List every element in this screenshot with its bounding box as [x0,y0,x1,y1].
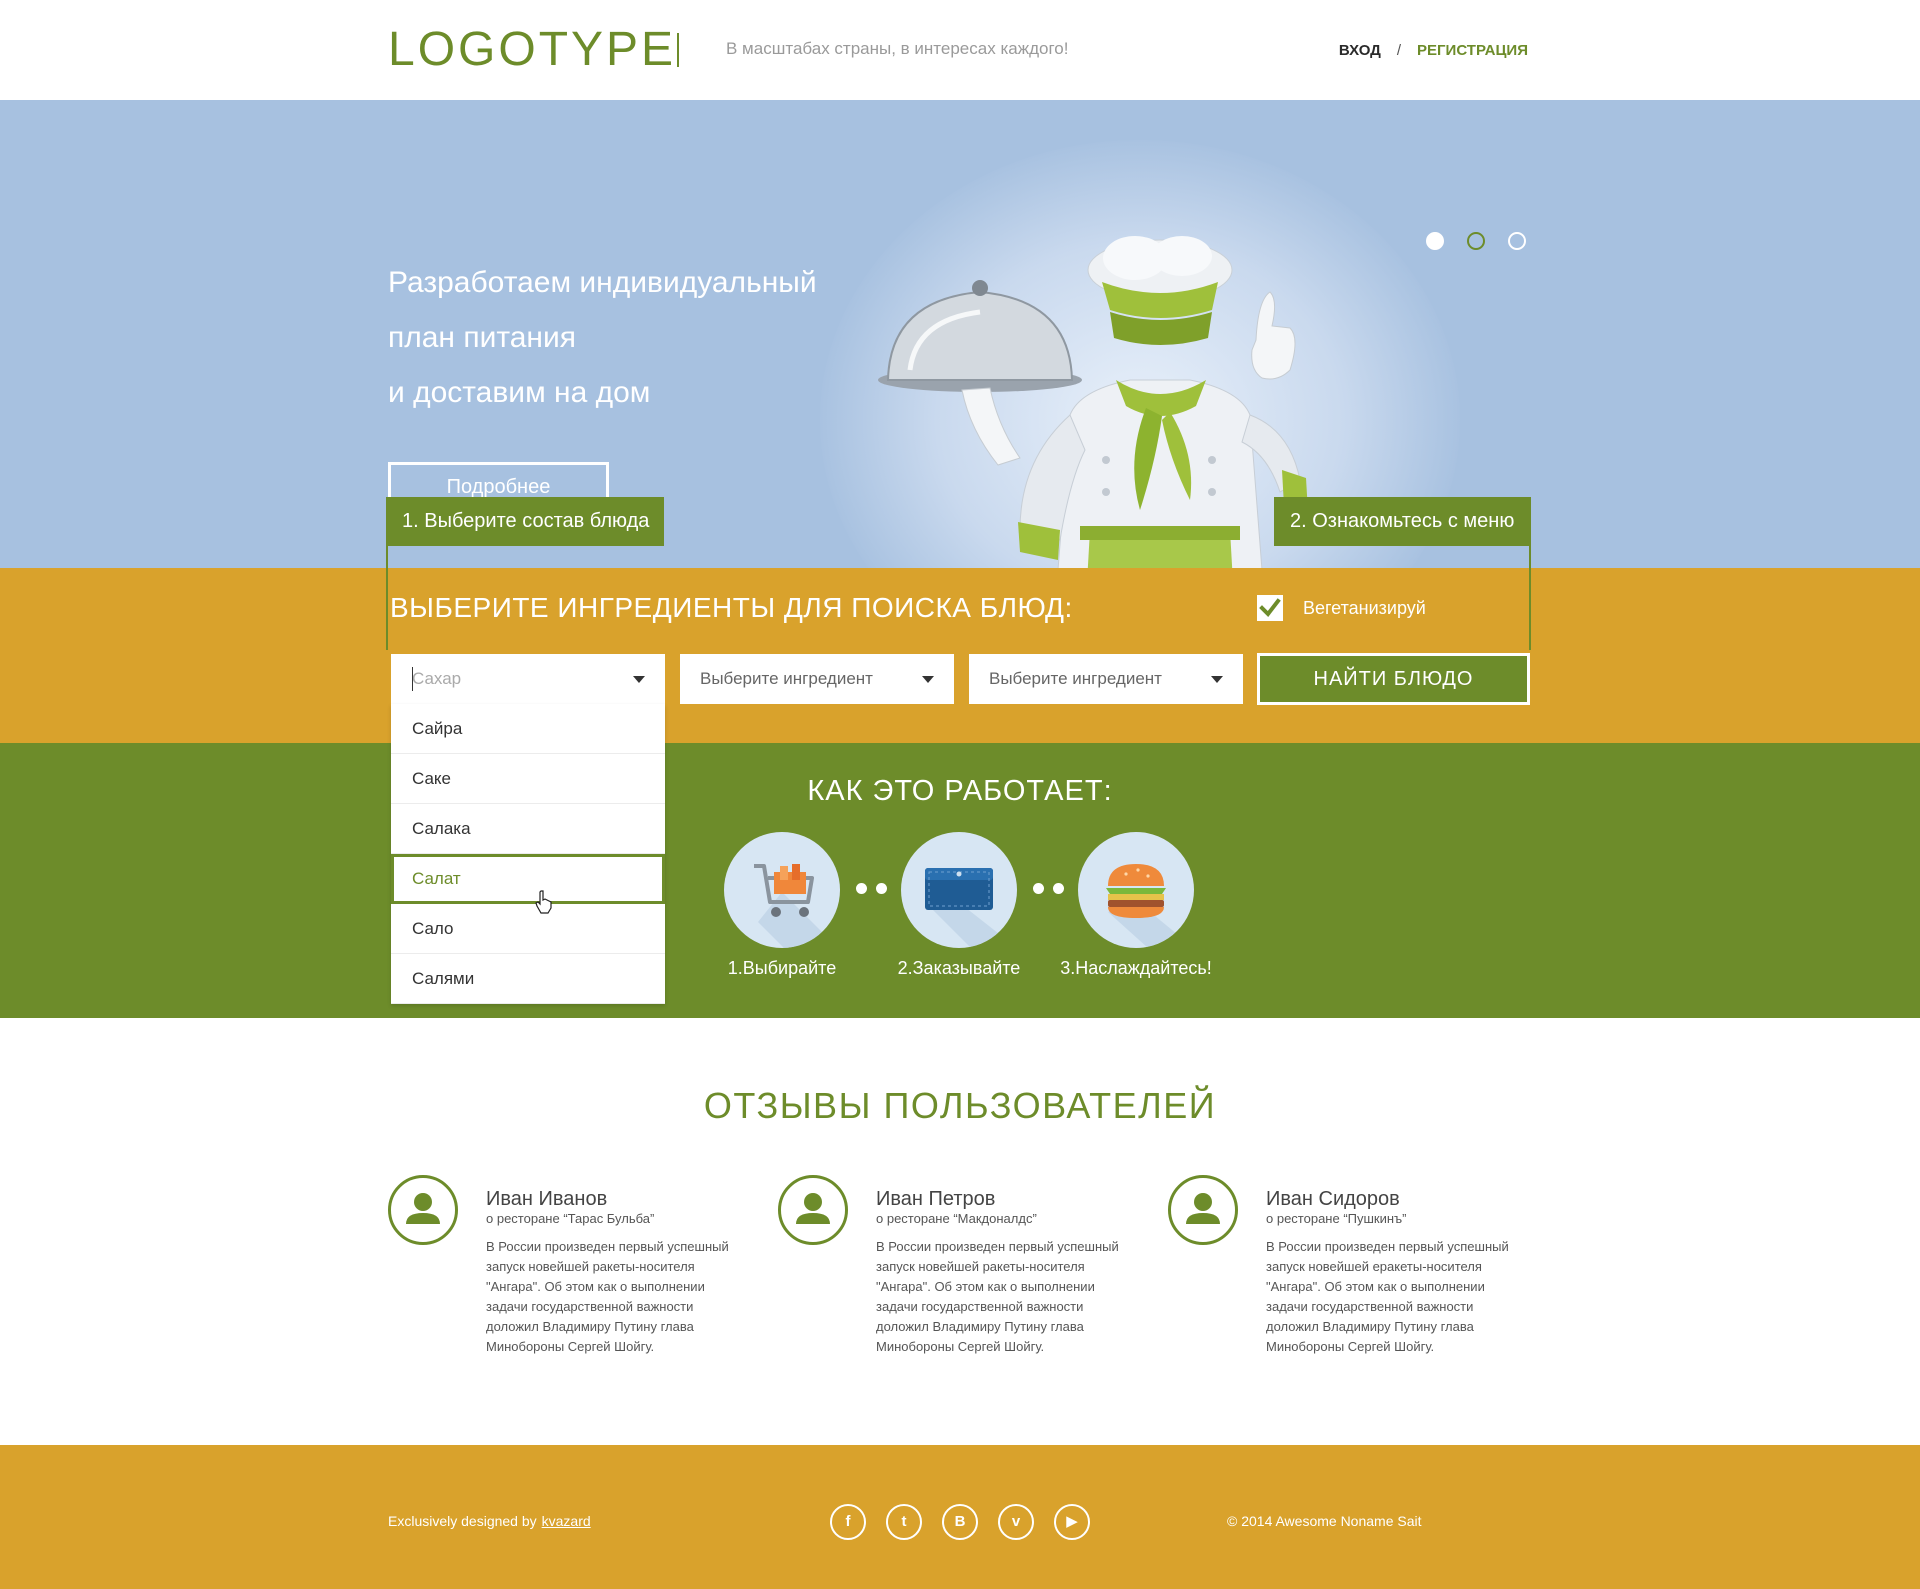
slider-dot-2[interactable] [1467,232,1485,250]
vegetarian-label: Вегетанизируй [1303,597,1426,618]
ingredient-select-1[interactable]: Сахар [391,654,665,704]
social-links: f t B v ▶ [830,1504,1090,1540]
user-icon [406,1193,440,1224]
auth-links: ВХОД / РЕГИСТРАЦИЯ [1339,42,1528,59]
dropdown-option-active[interactable]: Салат [391,854,665,904]
chevron-down-icon[interactable] [633,676,645,683]
step-tab-compose[interactable]: 1. Выберите состав блюда [386,497,664,546]
slider-dot-3[interactable] [1508,232,1526,250]
user-icon [1186,1193,1220,1224]
ingredient-select-3[interactable]: Выберите ингредиент [969,654,1243,704]
review-restaurant: о ресторане “Тарас Бульба” [486,1211,655,1226]
credit-label: Exclusively designed by [388,1513,537,1529]
burger-icon [1106,864,1194,948]
hero-title-line: и доставим на дом [388,376,651,409]
logo[interactable]: LOGOTYPE [388,22,676,77]
select-value[interactable]: Сахар [412,669,461,689]
chevron-down-icon[interactable] [922,676,934,683]
step-enjoy [1078,832,1194,948]
review-restaurant: о ресторане “Пушкинъ” [1266,1211,1407,1226]
step-connector [856,883,887,894]
find-dish-button[interactable]: НАЙТИ БЛЮДО [1257,653,1530,705]
wallet-icon [925,868,1017,948]
review-card: Иван Сидоров о ресторане “Пушкинъ” В Рос… [1168,1175,1528,1375]
designer-link[interactable]: kvazard [542,1513,591,1529]
step-order [901,832,1017,948]
slogan: В масштабах страны, в интересах каждого! [726,39,1069,58]
checkbox-box[interactable] [1257,595,1283,621]
vimeo-icon[interactable]: v [998,1504,1034,1540]
select-placeholder: Выберите ингредиент [989,669,1162,688]
hero-title: Разработаем индивидуальный план питания … [388,255,888,420]
dropdown-option[interactable]: Сало [391,904,665,954]
logo-divider [677,33,679,67]
step-choose [724,832,840,948]
checkmark-icon [1259,598,1281,618]
reviewer-name: Иван Петров [876,1188,996,1210]
user-icon [796,1193,830,1224]
vk-icon[interactable]: B [942,1504,978,1540]
hero-title-line: Разработаем индивидуальный [388,266,817,299]
review-restaurant: о ресторане “Макдоналдс” [876,1211,1037,1226]
vegetarian-checkbox[interactable]: Вегетанизируй [1257,595,1426,621]
avatar [388,1175,458,1245]
dropdown-option[interactable]: Сайра [391,704,665,754]
step-label: 1.Выбирайте [727,958,837,978]
slider-dot-1[interactable] [1426,232,1444,250]
twitter-icon[interactable]: t [886,1504,922,1540]
dropdown-option[interactable]: Саке [391,754,665,804]
bracket-right [1529,546,1531,650]
register-link[interactable]: РЕГИСТРАЦИЯ [1417,42,1528,59]
designer-credit: Exclusively designed by kvazard [388,1513,591,1529]
review-card: Иван Петров о ресторане “Макдоналдс” В Р… [778,1175,1138,1375]
step-connector [1033,883,1064,894]
review-text: В России произведен первый успешный запу… [486,1239,729,1354]
review-text: В России произведен первый успешный запу… [1266,1239,1509,1354]
dropdown-option[interactable]: Салака [391,804,665,854]
ingredient-select-2[interactable]: Выберите ингредиент [680,654,954,704]
hero-title-line: план питания [388,321,576,354]
reviews-title: ОТЗЫВЫ ПОЛЬЗОВАТЕЛЕЙ [703,1085,1217,1126]
avatar [778,1175,848,1245]
hero-slider: Разработаем индивидуальный план питания … [0,100,1920,568]
auth-separator: / [1396,42,1402,59]
shopping-cart-icon [754,864,840,948]
slider-dots [1426,232,1526,250]
select-placeholder: Выберите ингредиент [700,669,873,688]
how-it-works-title: КАК ЭТО РАБОТАЕТ: [807,775,1113,807]
review-card: Иван Иванов о ресторане “Тарас Бульба” В… [388,1175,748,1375]
step-label: 2.Заказывайте [897,958,1021,978]
avatar [1168,1175,1238,1245]
reviewer-name: Иван Сидоров [1266,1188,1400,1210]
youtube-icon[interactable]: ▶ [1054,1504,1090,1540]
step-tab-menu[interactable]: 2. Ознакомьтесь с меню [1274,497,1531,546]
site-header: LOGOTYPE В масштабах страны, в интересах… [0,0,1920,100]
step-label: 3.Наслаждайтесь! [1060,958,1212,978]
dropdown-option[interactable]: Салями [391,954,665,1004]
facebook-icon[interactable]: f [830,1504,866,1540]
reviewer-name: Иван Иванов [486,1188,608,1210]
hand-cursor-icon [535,890,552,914]
login-link[interactable]: ВХОД [1339,42,1381,59]
copyright: © 2014 Awesome Noname Sait [1227,1513,1422,1529]
chevron-down-icon[interactable] [1211,676,1223,683]
search-title: ВЫБЕРИТЕ ИНГРЕДИЕНТЫ ДЛЯ ПОИСКА БЛЮД: [390,592,1073,623]
ingredient-dropdown: Сайра Саке Салака Салат Сало Салями [391,704,665,1004]
bracket-left [386,546,388,650]
review-text: В России произведен первый успешный запу… [876,1239,1119,1354]
text-cursor [412,667,413,691]
